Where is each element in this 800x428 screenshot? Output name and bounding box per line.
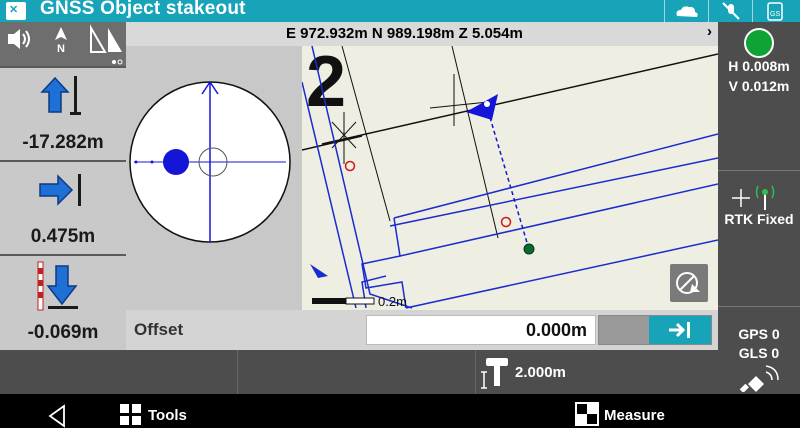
offset-toggle[interactable]	[598, 315, 712, 345]
cut-fill-guidance: -0.069m	[0, 254, 126, 350]
guidance-toolbar: N	[0, 22, 126, 66]
arrow-right-icon	[39, 174, 81, 206]
bubble-view[interactable]	[126, 46, 302, 310]
north-icon[interactable]: N	[55, 27, 67, 55]
grid-label: 2	[306, 46, 346, 122]
map-north-icon	[310, 264, 328, 278]
map-app-icon[interactable]: ✕	[6, 2, 26, 20]
title-bar: ✕ GNSS Object stakeout GS	[0, 0, 800, 22]
measure-icon	[575, 402, 599, 426]
volume-icon[interactable]	[8, 29, 30, 49]
antenna-height-segment[interactable]: 2.000m	[476, 350, 718, 394]
antenna-height-icon	[481, 358, 508, 389]
status-panel: H 0.008m V 0.012m RTK Fixed GPS 0 GLS 0	[718, 22, 800, 394]
offset-row: Offset 0.000m	[126, 310, 718, 350]
cut-down-icon	[37, 261, 78, 311]
app-title: GNSS Object stakeout	[40, 0, 246, 19]
precision-v: V 0.012m	[728, 78, 790, 94]
forward-guidance: -17.282m	[0, 66, 126, 160]
map-view[interactable]: 2 0.2m	[302, 46, 718, 310]
toggle-knob	[649, 316, 711, 344]
mute-icon	[722, 2, 740, 20]
position-arrow-icon	[466, 94, 498, 120]
satellite-icon[interactable]	[718, 362, 800, 392]
current-coordinates: E 972.932m N 989.198m Z 5.054m	[286, 25, 523, 42]
offset-label: Offset	[134, 320, 184, 339]
position-dot	[163, 149, 189, 175]
forward-distance: -17.282m	[22, 132, 104, 153]
chevron-right-icon: ›	[707, 23, 712, 40]
status-segment-2[interactable]	[238, 350, 476, 394]
guidance-panel: N -17.282m 0.475m -0.069m	[0, 22, 126, 350]
back-icon[interactable]	[46, 404, 70, 428]
gls-count: GLS 0	[738, 345, 780, 361]
right-guidance: 0.475m	[0, 160, 126, 254]
measure-button[interactable]: Measure	[604, 407, 665, 424]
cloud-sync-button[interactable]	[664, 0, 708, 22]
grid-icon	[120, 404, 141, 425]
sd-card-icon: GS	[767, 2, 783, 21]
scale-label: 0.2m	[378, 294, 407, 309]
mirror-icon[interactable]	[90, 24, 122, 53]
cut-distance: -0.069m	[27, 322, 99, 343]
offset-input[interactable]: 0.000m	[366, 315, 596, 345]
arrow-to-line-icon	[669, 322, 690, 338]
tools-button[interactable]: Tools	[148, 407, 187, 424]
precision-h: H 0.008m	[728, 58, 790, 74]
bottom-nav: Tools Measure	[0, 394, 800, 428]
status-bar: 2.000m	[0, 350, 718, 394]
arrow-up-icon	[40, 76, 81, 115]
fix-status: RTK Fixed	[724, 211, 794, 227]
status-segment-1[interactable]	[0, 350, 238, 394]
gps-count: GPS 0	[738, 326, 780, 342]
mute-button[interactable]	[708, 0, 752, 22]
svg-text:GS: GS	[770, 11, 780, 18]
right-distance: 0.475m	[30, 226, 96, 247]
coordinate-readout[interactable]: E 972.932m N 989.198m Z 5.054m ›	[126, 22, 718, 46]
sd-card-button[interactable]: GS	[752, 0, 796, 22]
cloud-sync-icon	[676, 6, 698, 17]
antenna-height: 2.000m	[515, 364, 566, 381]
svg-text:N: N	[57, 43, 65, 55]
map-tools-button[interactable]	[670, 264, 708, 302]
